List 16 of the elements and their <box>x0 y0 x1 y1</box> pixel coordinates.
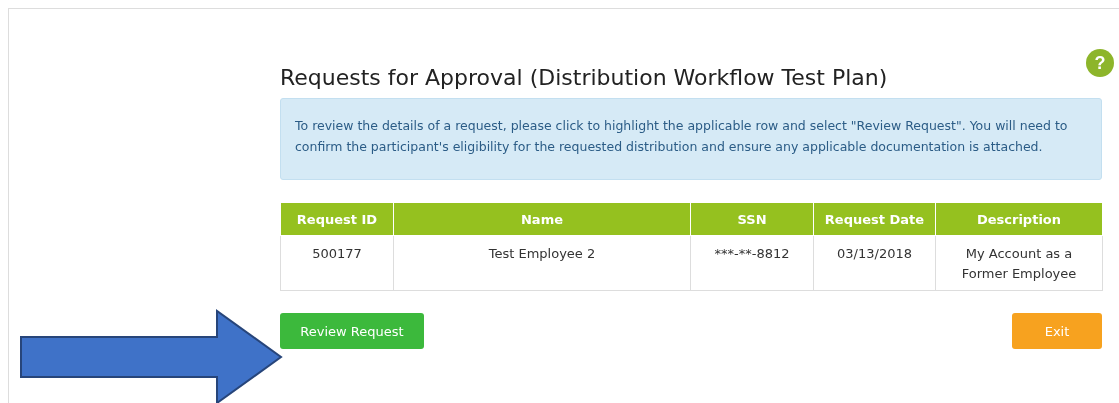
exit-button[interactable]: Exit <box>1012 313 1102 349</box>
table-cell: 03/13/2018 <box>813 235 936 291</box>
column-header: SSN <box>690 202 814 236</box>
column-header: Request ID <box>280 202 394 236</box>
table-cell: My Account as a Former Employee <box>935 235 1103 291</box>
table-cell: 500177 <box>280 235 394 291</box>
arrow-icon <box>20 309 283 403</box>
column-header: Description <box>935 202 1103 236</box>
help-button[interactable]: ? <box>1086 49 1114 77</box>
page-title: Requests for Approval (Distribution Workflow Test Plan) <box>280 65 888 90</box>
review-request-button[interactable]: Review Request <box>280 313 424 349</box>
column-header: Name <box>393 202 691 236</box>
table-cell: Test Employee 2 <box>393 235 691 291</box>
table-cell: ***-**-8812 <box>690 235 814 291</box>
column-header: Request Date <box>813 202 936 236</box>
info-message: To review the details of a request, please click to highlight the applicable row and select "Review Request". You will need to confirm the participant's eligibility for the requested distribution and ensure any applicable documentation is attached. <box>280 98 1102 180</box>
